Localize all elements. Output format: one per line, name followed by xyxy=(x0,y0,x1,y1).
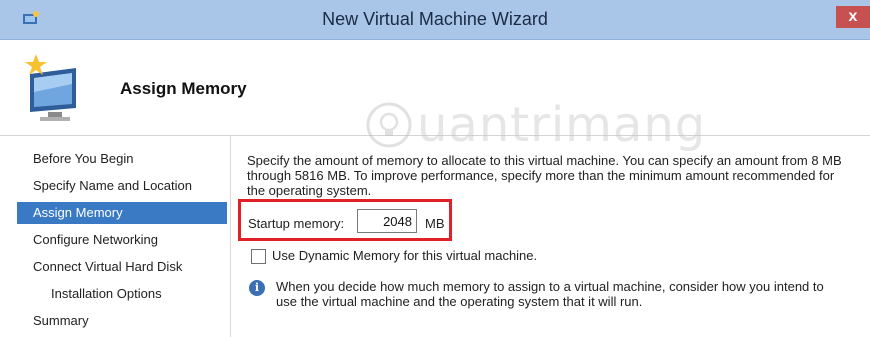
close-button[interactable]: x xyxy=(836,6,870,28)
window-title: New Virtual Machine Wizard xyxy=(322,9,548,29)
dynamic-memory-checkbox[interactable] xyxy=(251,249,266,264)
nav-item-before-you-begin[interactable]: Before You Begin xyxy=(17,148,227,170)
memory-unit-label: MB xyxy=(425,216,445,231)
page-heading: Assign Memory xyxy=(120,79,247,98)
memory-description: Specify the amount of memory to allocate… xyxy=(247,153,842,198)
nav-item-connect-vhd[interactable]: Connect Virtual Hard Disk xyxy=(17,256,227,278)
nav-item-specify-name[interactable]: Specify Name and Location xyxy=(17,175,227,197)
nav-item-installation-options[interactable]: Installation Options xyxy=(17,283,227,305)
nav-item-summary[interactable]: Summary xyxy=(17,310,227,332)
wizard-content: Specify the amount of memory to allocate… xyxy=(230,136,870,337)
wizard-nav: Before You Begin Specify Name and Locati… xyxy=(0,136,231,337)
wizard-header: Assign Memory uantrimang xyxy=(0,40,870,153)
startup-memory-label: Startup memory: xyxy=(248,216,345,231)
nav-item-assign-memory[interactable]: Assign Memory xyxy=(17,202,227,224)
wizard-window: New Virtual Machine Wizard x Assign Memo… xyxy=(0,0,870,337)
title-bar[interactable]: New Virtual Machine Wizard x xyxy=(0,0,870,40)
dynamic-memory-label[interactable]: Use Dynamic Memory for this virtual mach… xyxy=(272,248,537,263)
vm-monitor-icon xyxy=(25,54,76,121)
startup-memory-input[interactable] xyxy=(357,209,417,233)
nav-item-configure-networking[interactable]: Configure Networking xyxy=(17,229,227,251)
memory-info-text: When you decide how much memory to assig… xyxy=(276,279,824,309)
info-icon: i xyxy=(249,280,265,296)
